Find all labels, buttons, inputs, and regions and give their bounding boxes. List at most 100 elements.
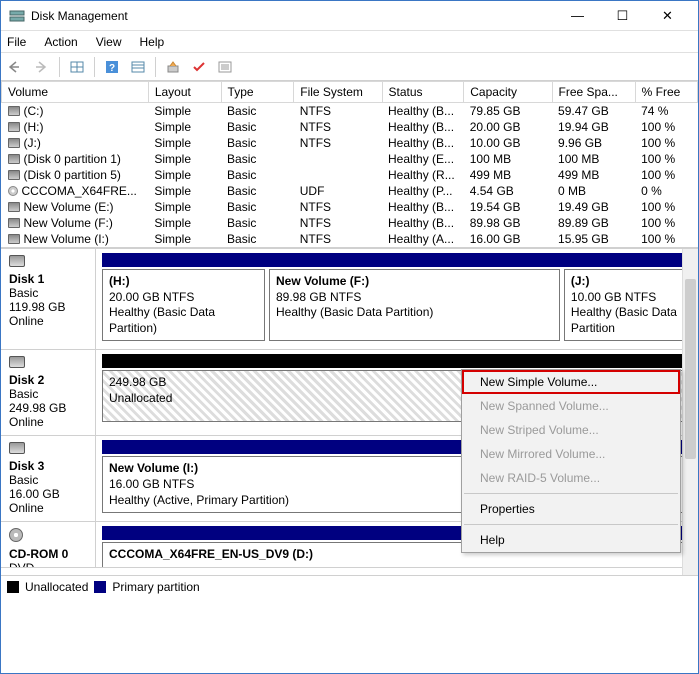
cell-layout: Simple	[148, 135, 221, 151]
window-controls: — ☐ ✕	[555, 1, 690, 30]
disk-name: CD-ROM 0	[9, 547, 68, 561]
cell-status: Healthy (B...	[382, 135, 464, 151]
disk-size: 249.98 GB	[9, 401, 66, 415]
window-title: Disk Management	[31, 9, 555, 23]
disk-management-window: Disk Management — ☐ ✕ File Action View H…	[0, 0, 699, 674]
cell-layout: Simple	[148, 199, 221, 215]
menu-file[interactable]: File	[7, 35, 26, 49]
cell-layout: Simple	[148, 215, 221, 231]
ctx-new-raid5-volume: New RAID-5 Volume...	[462, 466, 680, 490]
volume-name: New Volume (E:)	[24, 200, 114, 214]
disk-type: Basic	[9, 473, 38, 487]
cell-free: 100 MB	[552, 151, 635, 167]
column-header[interactable]: Capacity	[464, 82, 552, 103]
disk-stripe	[102, 354, 692, 368]
column-header[interactable]: Volume	[2, 82, 149, 103]
cell-fs: NTFS	[294, 135, 382, 151]
disk-icon	[8, 138, 20, 148]
volume-row[interactable]: (Disk 0 partition 5)SimpleBasicHealthy (…	[2, 167, 698, 183]
cell-cap: 10.00 GB	[464, 135, 552, 151]
partition[interactable]: (J:)10.00 GB NTFSHealthy (Basic Data Par…	[564, 269, 692, 341]
column-header[interactable]: Layout	[148, 82, 221, 103]
column-header[interactable]: File System	[294, 82, 382, 103]
cell-status: Healthy (E...	[382, 151, 464, 167]
menu-help[interactable]: Help	[140, 35, 165, 49]
menu-view[interactable]: View	[96, 35, 122, 49]
cell-layout: Simple	[148, 167, 221, 183]
disk-type: Basic	[9, 286, 38, 300]
disk-icon	[8, 106, 20, 116]
cell-type: Basic	[221, 103, 294, 120]
minimize-button[interactable]: —	[555, 1, 600, 30]
cell-status: Healthy (R...	[382, 167, 464, 183]
view-grid-icon[interactable]	[66, 56, 88, 78]
list-icon[interactable]	[214, 56, 236, 78]
volume-name: (J:)	[24, 136, 41, 150]
cell-layout: Simple	[148, 151, 221, 167]
cell-type: Basic	[221, 215, 294, 231]
disk-state: Online	[9, 314, 44, 328]
volume-row[interactable]: CCCOMA_X64FRE...SimpleBasicUDFHealthy (P…	[2, 183, 698, 199]
cell-pct: 74 %	[635, 103, 697, 120]
disk-state: Online	[9, 501, 44, 515]
column-header[interactable]: Type	[221, 82, 294, 103]
legend: Unallocated Primary partition	[1, 575, 698, 597]
partition-status: Healthy (Basic Data Partition)	[109, 305, 258, 336]
help-icon[interactable]: ?	[101, 56, 123, 78]
cell-free: 89.89 GB	[552, 215, 635, 231]
volume-row[interactable]: New Volume (E:)SimpleBasicNTFSHealthy (B…	[2, 199, 698, 215]
column-header[interactable]: % Free	[635, 82, 697, 103]
back-button[interactable]	[5, 56, 27, 78]
cell-type: Basic	[221, 183, 294, 199]
settings-list-icon[interactable]	[127, 56, 149, 78]
toolbar: ?	[1, 53, 698, 81]
ctx-new-spanned-volume: New Spanned Volume...	[462, 394, 680, 418]
partition-title: New Volume (F:)	[276, 274, 553, 290]
volume-row[interactable]: (Disk 0 partition 1)SimpleBasicHealthy (…	[2, 151, 698, 167]
volume-row[interactable]: New Volume (I:)SimpleBasicNTFSHealthy (A…	[2, 231, 698, 247]
partition[interactable]: (H:)20.00 GB NTFSHealthy (Basic Data Par…	[102, 269, 265, 341]
ctx-properties[interactable]: Properties	[462, 497, 680, 521]
disk-icon	[8, 202, 20, 212]
cell-pct: 100 %	[635, 167, 697, 183]
disk-label[interactable]: Disk 2Basic249.98 GBOnline	[1, 350, 96, 435]
column-header[interactable]: Free Spa...	[552, 82, 635, 103]
forward-button[interactable]	[31, 56, 53, 78]
ctx-new-mirrored-volume: New Mirrored Volume...	[462, 442, 680, 466]
cell-layout: Simple	[148, 119, 221, 135]
refresh-icon[interactable]	[162, 56, 184, 78]
cell-cap: 499 MB	[464, 167, 552, 183]
maximize-button[interactable]: ☐	[600, 1, 645, 30]
disk-icon	[8, 218, 20, 228]
cell-type: Basic	[221, 199, 294, 215]
cell-pct: 100 %	[635, 119, 697, 135]
volume-name: New Volume (F:)	[24, 216, 113, 230]
cell-type: Basic	[221, 167, 294, 183]
cell-fs: NTFS	[294, 119, 382, 135]
partition[interactable]: New Volume (F:)89.98 GB NTFSHealthy (Bas…	[269, 269, 560, 341]
cell-pct: 100 %	[635, 231, 697, 247]
ctx-new-simple-volume[interactable]: New Simple Volume...	[462, 370, 680, 394]
volume-row[interactable]: New Volume (F:)SimpleBasicNTFSHealthy (B…	[2, 215, 698, 231]
cell-fs: NTFS	[294, 103, 382, 120]
disk-label[interactable]: Disk 1Basic119.98 GBOnline	[1, 249, 96, 349]
check-icon[interactable]	[188, 56, 210, 78]
menu-action[interactable]: Action	[44, 35, 77, 49]
ctx-help[interactable]: Help	[462, 528, 680, 552]
disk-label[interactable]: Disk 3Basic16.00 GBOnline	[1, 436, 96, 521]
volume-name: New Volume (I:)	[24, 232, 109, 246]
volume-row[interactable]: (J:)SimpleBasicNTFSHealthy (B...10.00 GB…	[2, 135, 698, 151]
volume-row[interactable]: (C:)SimpleBasicNTFSHealthy (B...79.85 GB…	[2, 103, 698, 120]
vertical-scrollbar[interactable]	[682, 249, 698, 575]
volume-name: CCCOMA_X64FRE...	[22, 184, 137, 198]
column-header[interactable]: Status	[382, 82, 464, 103]
cell-free: 0 MB	[552, 183, 635, 199]
partition-title: (H:)	[109, 274, 258, 290]
cell-pct: 0 %	[635, 183, 697, 199]
close-button[interactable]: ✕	[645, 1, 690, 30]
cell-layout: Simple	[148, 183, 221, 199]
cell-status: Healthy (B...	[382, 103, 464, 120]
cell-free: 19.49 GB	[552, 199, 635, 215]
disk-label[interactable]: CD-ROM 0DVD	[1, 522, 96, 567]
volume-row[interactable]: (H:)SimpleBasicNTFSHealthy (B...20.00 GB…	[2, 119, 698, 135]
